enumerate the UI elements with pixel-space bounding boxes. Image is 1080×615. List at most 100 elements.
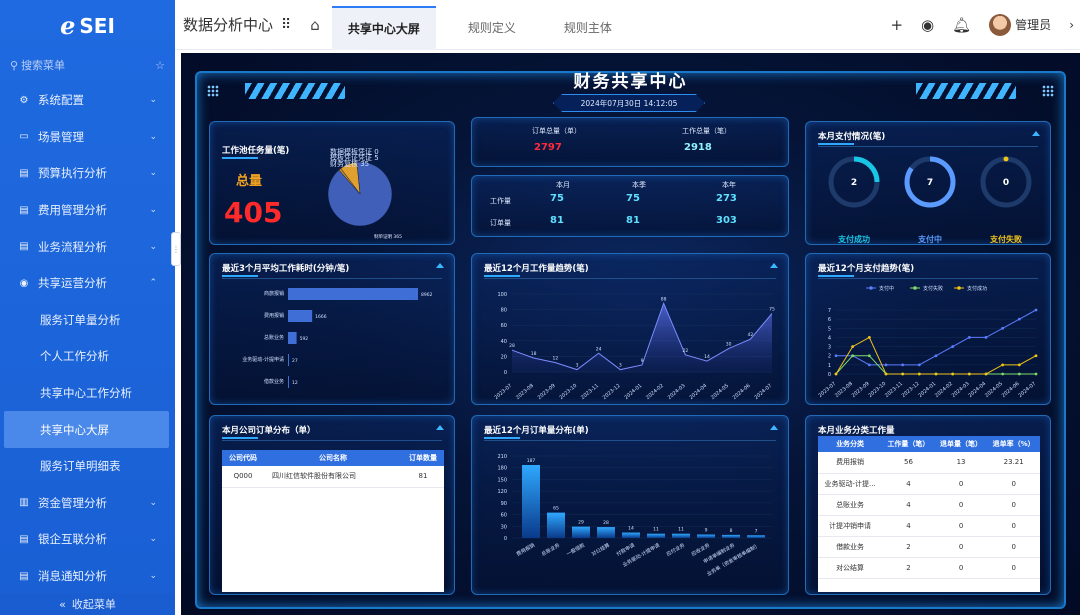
legend-label: 支付失败 [923,285,943,292]
chevron-down-icon: ⌄ [149,571,157,582]
table-header-cell: 公司名称 [264,450,402,466]
data-label: 42 [747,332,753,338]
sidebar-subitem[interactable]: 共享中心工作分析 [0,375,175,412]
sidebar-subitem[interactable]: 共享中心大屏 [4,411,169,448]
table-row[interactable]: 计提冲销申请 4 0 0 [818,515,1040,537]
title-underline [222,278,442,279]
panel-title: 工作池任务量(笔) [222,146,290,159]
panel-work-trend: 最近12个月工作量趋势(笔) 0 20 40 60 80 100 28 2023-07 18 20… [471,253,789,405]
tab-1[interactable]: 规则定义 [452,6,532,50]
sidebar-item[interactable]: ▥ 资金管理分析 ⌄ [0,485,175,522]
bar [288,376,289,388]
table-cell: 0 [934,494,988,516]
sidebar-item[interactable]: ▤ 银企互联分析 ⌄ [0,521,175,558]
panel-order-dist: 最近12个月订单量分布(单) 0 30 60 90 120 150 180 210 187 费用报… [471,415,789,595]
x-tick-label: 2023-07 [817,381,837,399]
panel-title: 最近12个月支付趋势(笔) [818,264,915,277]
panel-title: 本月支付情况(笔) [818,132,886,145]
x-tick-label: 2023-07 [493,383,513,401]
x-tick-label: 2023-11 [884,381,904,399]
user-name: 管理员 [1015,18,1052,32]
bell-icon[interactable]: 🔔︎ [952,16,971,34]
data-label: 24 [596,346,602,352]
period-col-header: 本季 [632,181,646,189]
order-dist-bar-chart: 0 30 60 90 120 150 180 210 187 费用报销 65 总账业务 29 一般借款 28… [497,454,772,578]
data-label: 14 [704,354,710,360]
add-icon[interactable]: + [890,16,903,34]
doc-icon: ▤ [19,570,29,582]
x-tick-label: 2024-06 [732,383,752,401]
sidebar-item[interactable]: ▭ 场景管理 ⌄ [0,119,175,156]
x-tick-label: 2023-08 [834,381,854,399]
table-cell: 56 [882,452,935,474]
sidebar-item[interactable]: ▤ 费用管理分析 ⌄ [0,192,175,229]
bar-value-label: 592 [300,336,309,342]
data-label: 12 [552,356,558,362]
sidebar-item-main: ▤ 预算执行分析 [18,165,107,181]
chevron-down-icon: ⌄ [149,241,157,252]
sidebar: ℯ SEI ⚲ 搜索菜单 ☆ ⚙ 系统配置 ⌄ ▭ 场景管理 ⌄ ▤ 预算执行分析 ⌄ ▤ 费用管理分… [0,0,175,615]
home-icon[interactable]: ⌂ [310,16,320,34]
chevron-right-icon[interactable]: › [1069,18,1074,32]
sidebar-subitem[interactable]: 服务订单明细表 [0,448,175,485]
collapse-triangle-icon[interactable] [436,425,444,430]
collapse-triangle-icon[interactable] [436,263,444,268]
collapse-triangle-icon[interactable] [770,425,778,430]
ring-label: 支付失败 [990,235,1022,244]
legend-dot [869,286,873,290]
data-label: 30 [726,342,732,348]
series-point [867,363,871,367]
y-tick-label: 120 [497,489,507,495]
sidebar-subitem[interactable]: 个人工作分析 [0,338,175,375]
table-row[interactable]: 总账业务 4 0 0 [818,494,1040,516]
sidebar-resize-handle[interactable]: ⋮ [171,232,181,266]
ring-label: 支付成功 [838,235,870,244]
y-tick-label: 1 [828,363,831,369]
grid-menu-icon[interactable]: ⠿ [281,17,291,33]
table-row[interactable]: 业务驱动-计提... 4 0 0 [818,473,1040,495]
chevron-down-icon: ⌄ [149,131,157,142]
x-tick-label: 应收业务 [690,542,711,558]
x-tick-label: 付款申请 [615,542,636,558]
sidebar-subitem[interactable]: 服务订单量分析 [0,302,175,339]
series-point [834,372,838,376]
collapse-triangle-icon[interactable] [770,263,778,268]
table-cell: 81 [402,466,444,488]
sidebar-item[interactable]: ⚙ 系统配置 ⌄ [0,82,175,119]
data-label: 88 [661,296,667,302]
sidebar-item[interactable]: ▤ 消息通知分析 ⌄ [0,558,175,595]
bar-category-label: 借款业务 [264,378,284,385]
tab-0[interactable]: 共享中心大屏 [331,5,436,50]
sidebar-item[interactable]: ▤ 业务流程分析 ⌄ [0,228,175,265]
y-tick-label: 5 [828,326,831,332]
tab-2[interactable]: 规则主体 [548,6,628,50]
table-row[interactable]: Q000 四川红信软件股份有限公司 81 [222,466,444,488]
x-tick-label: 2023-09 [851,381,871,399]
series-point [1017,363,1021,367]
table-cell: 0 [987,473,1040,495]
star-icon[interactable]: ☆ [155,59,165,72]
table-row[interactable]: 借款业务 2 0 0 [818,536,1040,558]
logo-mark-icon: ℯ [60,12,76,40]
bar-value-label: 9 [705,527,708,533]
x-tick-label: 2024-06 [1001,381,1021,399]
chevron-down-icon: ⌄ [149,95,157,106]
menu-search[interactable]: ⚲ 搜索菜单 ☆ [10,52,165,78]
series-point [1001,326,1005,330]
data-label: 3 [619,363,622,369]
table-cell: 0 [987,536,1040,558]
user-menu[interactable]: 管理员 [989,13,1052,36]
sidebar-item-main: ⚙ 系统配置 [18,92,84,108]
sidebar-item[interactable]: ◉ 共享运营分析 ⌃ [0,265,175,302]
sidebar-item[interactable]: ▤ 预算执行分析 ⌄ [0,155,175,192]
table-row[interactable]: 对公结算 2 0 0 [818,557,1040,579]
sidebar-item-main: ▥ 资金管理分析 [18,495,107,511]
company-orders-table-wrap: 公司代码 公司名称 订单数量 Q000 四川红信软件股份有限公司 81 [222,450,444,592]
collapse-triangle-icon[interactable] [1032,131,1040,136]
topbar: 数据分析中心 ⠿ ⌂ 共享中心大屏 规则定义 规则主体 + ◉ 🔔︎ 管理员 › [175,0,1080,50]
collapse-menu-button[interactable]: « 收起菜单 [0,593,175,615]
dashboard-title: 财务共享中心 [573,72,688,92]
table-cell: 总账业务 [818,494,883,516]
table-row[interactable]: 费用报销 56 13 23.21 [818,452,1040,474]
support-icon[interactable]: ◉ [921,16,934,34]
